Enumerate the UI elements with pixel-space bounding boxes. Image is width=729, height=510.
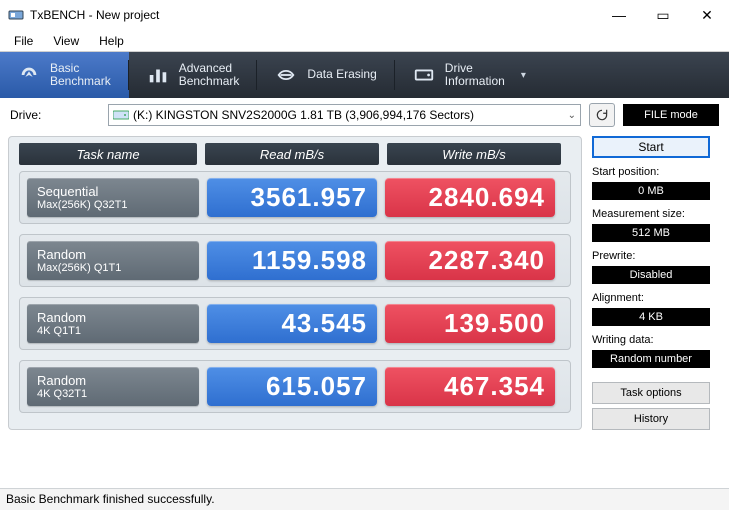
- drive-select[interactable]: (K:) KINGSTON SNV2S2000G 1.81 TB (3,906,…: [108, 104, 581, 126]
- task-options-button[interactable]: Task options: [592, 382, 710, 404]
- refresh-button[interactable]: [589, 103, 615, 127]
- write-value: 467.354: [385, 367, 555, 406]
- tab-drive-information[interactable]: DriveInformation ▾: [395, 52, 544, 98]
- result-row: RandomMax(256K) Q1T1 1159.598 2287.340: [19, 234, 571, 287]
- result-row: SequentialMax(256K) Q32T1 3561.957 2840.…: [19, 171, 571, 224]
- gauge-icon: [18, 64, 40, 86]
- alignment-value[interactable]: 4 KB: [592, 308, 710, 326]
- writing-data-label: Writing data:: [592, 334, 710, 346]
- close-button[interactable]: ✕: [685, 0, 729, 30]
- drive-selected-text: (K:) KINGSTON SNV2S2000G 1.81 TB (3,906,…: [133, 108, 474, 122]
- column-read: Read mB/s: [205, 143, 379, 165]
- column-task-name: Task name: [19, 143, 197, 165]
- minimize-button[interactable]: —: [597, 0, 641, 30]
- drive-icon: [413, 64, 435, 86]
- start-button[interactable]: Start: [592, 136, 710, 158]
- chevron-down-icon: ⌄: [568, 110, 576, 121]
- drive-bar: Drive: (K:) KINGSTON SNV2S2000G 1.81 TB …: [0, 98, 729, 132]
- menu-file[interactable]: File: [4, 32, 43, 50]
- tabbar: BasicBenchmark AdvancedBenchmark Data Er…: [0, 52, 729, 98]
- refresh-icon: [595, 108, 609, 122]
- tab-label: Benchmark: [179, 75, 240, 88]
- prewrite-label: Prewrite:: [592, 250, 710, 262]
- writing-data-value[interactable]: Random number: [592, 350, 710, 368]
- tab-label: Benchmark: [50, 75, 111, 88]
- drive-label: Drive:: [10, 108, 100, 122]
- history-button[interactable]: History: [592, 408, 710, 430]
- app-icon: [8, 7, 24, 23]
- status-bar: Basic Benchmark finished successfully.: [0, 488, 729, 510]
- tab-label: Data Erasing: [307, 68, 376, 81]
- menubar: File View Help: [0, 30, 729, 52]
- start-position-label: Start position:: [592, 166, 710, 178]
- tab-data-erasing[interactable]: Data Erasing: [257, 52, 394, 98]
- chevron-down-icon: ▾: [521, 70, 526, 81]
- task-name-box: Random4K Q1T1: [27, 304, 199, 343]
- titlebar: TxBENCH - New project — ▭ ✕: [0, 0, 729, 30]
- read-value: 43.545: [207, 304, 377, 343]
- column-write: Write mB/s: [387, 143, 561, 165]
- read-value: 615.057: [207, 367, 377, 406]
- alignment-label: Alignment:: [592, 292, 710, 304]
- read-value: 3561.957: [207, 178, 377, 217]
- write-value: 2840.694: [385, 178, 555, 217]
- measurement-size-label: Measurement size:: [592, 208, 710, 220]
- result-row: Random4K Q1T1 43.545 139.500: [19, 297, 571, 350]
- benchmark-panel: Task name Read mB/s Write mB/s Sequentia…: [8, 136, 582, 430]
- menu-view[interactable]: View: [43, 32, 89, 50]
- disk-icon: [113, 108, 129, 122]
- window-title: TxBENCH - New project: [30, 8, 597, 22]
- start-position-value[interactable]: 0 MB: [592, 182, 710, 200]
- prewrite-value[interactable]: Disabled: [592, 266, 710, 284]
- task-name-box: SequentialMax(256K) Q32T1: [27, 178, 199, 217]
- maximize-button[interactable]: ▭: [641, 0, 685, 30]
- side-panel: Start Start position: 0 MB Measurement s…: [592, 136, 710, 430]
- result-row: Random4K Q32T1 615.057 467.354: [19, 360, 571, 413]
- measurement-size-value[interactable]: 512 MB: [592, 224, 710, 242]
- task-name-box: Random4K Q32T1: [27, 367, 199, 406]
- menu-help[interactable]: Help: [89, 32, 134, 50]
- tab-advanced-benchmark[interactable]: AdvancedBenchmark: [129, 52, 258, 98]
- read-value: 1159.598: [207, 241, 377, 280]
- write-value: 139.500: [385, 304, 555, 343]
- tab-basic-benchmark[interactable]: BasicBenchmark: [0, 52, 129, 98]
- file-mode-button[interactable]: FILE mode: [623, 104, 719, 126]
- task-name-box: RandomMax(256K) Q1T1: [27, 241, 199, 280]
- tab-label: Information: [445, 75, 505, 88]
- write-value: 2287.340: [385, 241, 555, 280]
- bars-icon: [147, 64, 169, 86]
- erase-icon: [275, 64, 297, 86]
